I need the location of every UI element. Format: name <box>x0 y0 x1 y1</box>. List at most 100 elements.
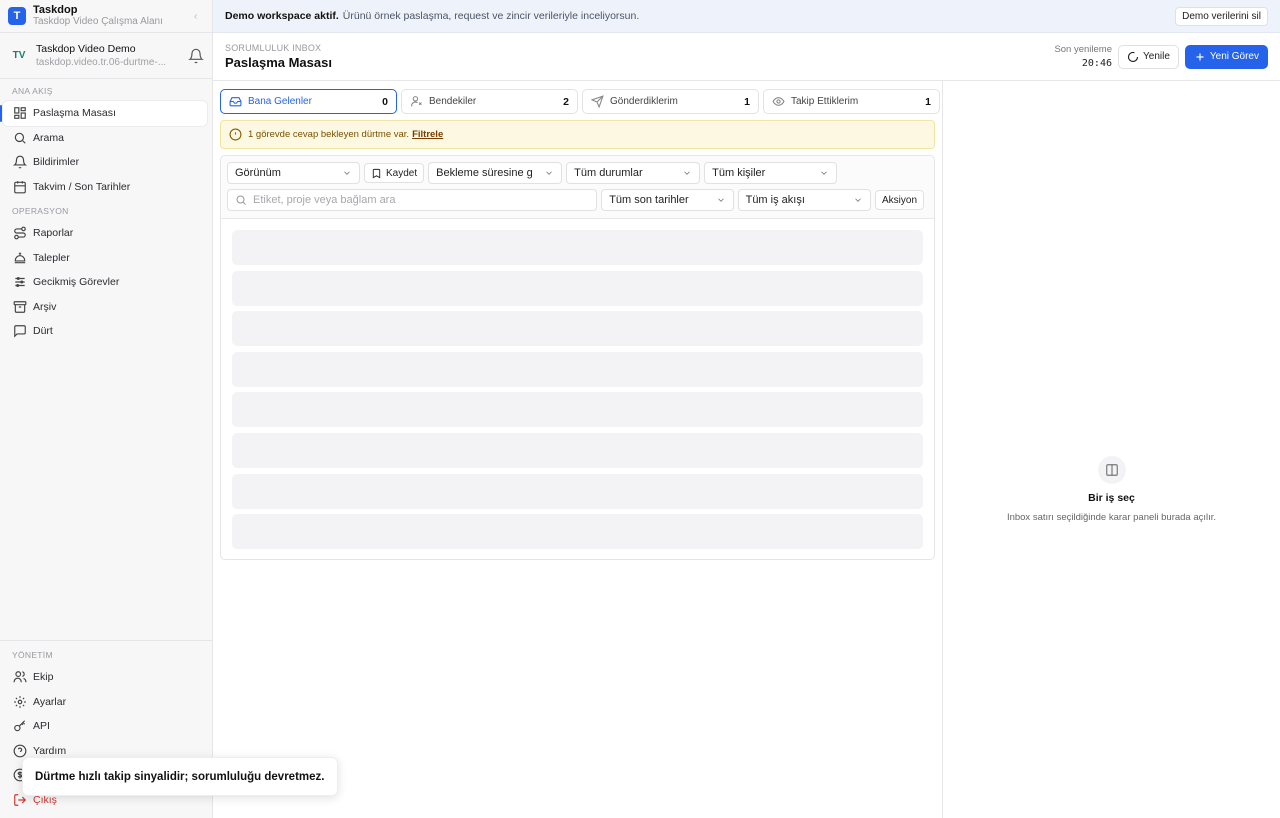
sidebar-item-arsiv[interactable]: Arşiv <box>3 295 207 320</box>
calendar-icon <box>14 180 26 194</box>
grid-icon <box>14 107 26 120</box>
people-select[interactable]: Tüm kişiler <box>704 162 838 184</box>
tab-label: Bendekiler <box>429 96 477 107</box>
chevron-down-icon <box>684 171 690 175</box>
brand-title: Taskdop <box>33 4 78 16</box>
refresh-button[interactable]: Yenile <box>1118 44 1179 69</box>
view-select-value: Görünüm <box>235 167 281 179</box>
inbox-icon <box>229 97 242 107</box>
loading-skeleton <box>221 219 934 550</box>
section-label-admin: YÖNETİM <box>12 650 53 660</box>
action-button[interactable]: Aksiyon <box>874 190 924 210</box>
alert-filter-link[interactable]: Filtrele <box>412 129 443 140</box>
workspace-switcher[interactable]: TV Taskdop Video Demo taskdop.video.tr.0… <box>0 33 212 79</box>
sidebar-item-gecikmis-gorevler[interactable]: Gecikmiş Görevler <box>3 270 207 295</box>
sidebar-item-label: Yardım <box>33 744 67 757</box>
bell-icon[interactable] <box>188 48 204 64</box>
sidebar-item-label: API <box>33 720 50 733</box>
last-refresh-label: Son yenileme <box>1054 43 1112 55</box>
skeleton-row <box>232 432 923 468</box>
skeleton-row <box>232 270 923 306</box>
sidebar-item-label: Paslaşma Masası <box>33 107 116 120</box>
last-refresh-info: Son yenileme 20:46 <box>1054 43 1112 71</box>
status-select[interactable]: Tüm durumlar <box>566 162 701 184</box>
sidebar-item-label: Arama <box>33 131 64 144</box>
sidebar-item-label: Dürt <box>33 325 53 338</box>
sidebar-item-label: Takvim / Son Tarihler <box>33 180 131 193</box>
wait-sort-select[interactable]: Bekleme süresine g <box>428 162 563 184</box>
plus-icon <box>1196 53 1204 60</box>
workspace-avatar: TV <box>12 50 26 61</box>
banner-bold-text: Demo workspace aktif. <box>225 10 339 22</box>
save-view-label: Kaydet <box>386 167 418 179</box>
deadline-select-value: Tüm son tarihler <box>609 194 689 206</box>
save-view-button[interactable]: Kaydet <box>364 163 425 183</box>
tab-count: 1 <box>744 95 750 108</box>
sidebar-item-label: Ekip <box>33 671 54 684</box>
delete-demo-data-button[interactable]: Demo verilerini sil <box>1175 6 1268 26</box>
sidebar: T Taskdop Taskdop Video Çalışma Alanı ‹ … <box>0 0 213 818</box>
page-header: SORUMLULUK INBOX Paslaşma Masası Son yen… <box>213 33 1280 81</box>
deadline-select[interactable]: Tüm son tarihler <box>601 189 734 211</box>
alert-text: 1 görevde cevap bekleyen dürtme var. <box>248 129 410 140</box>
sidebar-item-ayarlar[interactable]: Ayarlar <box>3 690 207 715</box>
sidebar-item-paslasma-masasi[interactable]: Paslaşma Masası <box>0 101 207 126</box>
search-box <box>227 189 598 211</box>
last-refresh-time: 20:46 <box>1081 57 1112 69</box>
eye-icon <box>772 97 785 106</box>
skeleton-row <box>232 514 923 550</box>
sidebar-item-ekip[interactable]: Ekip <box>3 665 207 690</box>
sidebar-item-talepler[interactable]: Talepler <box>3 246 207 271</box>
users-icon <box>13 671 27 683</box>
tab-count: 0 <box>382 95 388 108</box>
workflow-select-value: Tüm iş akışı <box>745 194 805 206</box>
skeleton-row <box>232 473 923 509</box>
tab-count: 1 <box>925 95 931 108</box>
skeleton-row <box>232 351 923 387</box>
empty-state: Bir iş seç Inbox satırı seçildiğinde kar… <box>943 456 1280 523</box>
view-select[interactable]: Görünüm <box>227 162 360 184</box>
sidebar-item-raporlar[interactable]: Raporlar <box>3 221 207 246</box>
section-label-main: ANA AKIŞ <box>12 86 53 96</box>
page-eyebrow: SORUMLULUK INBOX <box>225 43 322 53</box>
sidebar-item-arama[interactable]: Arama <box>3 126 207 151</box>
brand-header: T Taskdop Taskdop Video Çalışma Alanı ‹ <box>0 0 212 33</box>
concierge-bell-icon <box>14 252 26 263</box>
skeleton-row <box>232 392 923 428</box>
chevron-down-icon <box>344 171 350 175</box>
people-select-value: Tüm kişiler <box>712 167 766 179</box>
sidebar-item-bildirimler[interactable]: Bildirimler <box>3 150 207 175</box>
refresh-button-label: Yenile <box>1143 51 1170 62</box>
sidebar-item-label: Talepler <box>33 251 70 264</box>
help-icon <box>13 744 27 758</box>
archive-icon <box>13 300 27 313</box>
inbox-tabs: Bana Gelenler 0 Bendekiler 2 Gönderdikle… <box>220 89 944 114</box>
workflow-select[interactable]: Tüm iş akışı <box>737 189 871 211</box>
sidebar-item-api[interactable]: API <box>3 714 207 739</box>
sidebar-item-label: Bildirimler <box>33 156 80 169</box>
bookmark-icon <box>372 168 381 178</box>
filter-bar: Görünüm Kaydet Bekleme süresine g Tüm du… <box>221 156 934 219</box>
new-task-button[interactable]: Yeni Görev <box>1184 44 1268 69</box>
wait-sort-value: Bekleme süresine g <box>436 167 533 179</box>
route-icon <box>14 226 26 240</box>
sidebar-item-takvim[interactable]: Takvim / Son Tarihler <box>3 175 207 200</box>
chevron-down-icon <box>717 198 724 202</box>
new-task-button-label: Yeni Görev <box>1209 51 1259 62</box>
workspace-subtitle: taskdop.video.tr.06-durtme-... <box>36 56 167 68</box>
tab-label: Takip Ettiklerim <box>791 96 859 107</box>
skeleton-row <box>232 230 923 265</box>
tab-bendekiler[interactable]: Bendekiler 2 <box>401 89 578 114</box>
search-input[interactable] <box>253 194 590 206</box>
tab-gonderdiklerim[interactable]: Gönderdiklerim 1 <box>582 89 759 114</box>
tab-takip-ettiklerim[interactable]: Takip Ettiklerim 1 <box>763 89 940 114</box>
key-icon <box>14 720 26 732</box>
sidebar-item-durt[interactable]: Dürt <box>3 319 207 344</box>
tab-label: Gönderdiklerim <box>610 96 678 107</box>
panel-icon <box>1097 456 1126 484</box>
gear-icon <box>14 695 26 708</box>
tab-bana-gelenler[interactable]: Bana Gelenler 0 <box>220 89 397 114</box>
pending-nudge-alert: 1 görevde cevap bekleyen dürtme var. Fil… <box>220 120 935 149</box>
empty-state-subtitle: Inbox satırı seçildiğinde karar paneli b… <box>1006 512 1217 523</box>
collapse-sidebar-icon[interactable]: ‹ <box>194 11 204 22</box>
